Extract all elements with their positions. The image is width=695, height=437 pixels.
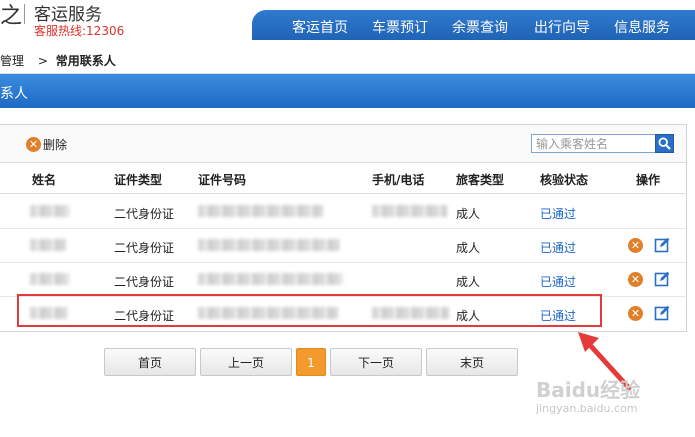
passenger-search-input[interactable] — [531, 134, 659, 153]
section-title: 系人 — [0, 86, 28, 102]
header-id-number: 证件号码 — [198, 173, 247, 187]
page-next-button[interactable]: 下一页 — [330, 348, 422, 376]
table-row[interactable]: 二代身份证 成人 已通过 ✕ — [0, 228, 686, 263]
header-phone: 手机/电话 — [372, 173, 425, 187]
redacted-id-number — [198, 239, 340, 251]
nav-ticket-query[interactable]: 余票查询 — [452, 17, 508, 37]
cell-passenger-type: 成人 — [456, 207, 481, 221]
page-last-button[interactable]: 末页 — [426, 348, 518, 376]
close-circle-icon: ✕ — [26, 137, 41, 152]
breadcrumb-separator: > — [37, 54, 48, 68]
delete-row-button[interactable]: ✕ — [628, 238, 643, 253]
nav-info-service[interactable]: 信息服务 — [614, 17, 670, 37]
close-circle-icon: ✕ — [628, 306, 643, 321]
close-circle-icon: ✕ — [628, 272, 643, 287]
table-header: 姓名 证件类型 证件号码 手机/电话 旅客类型 核验状态 操作 — [0, 163, 686, 194]
nav-booking[interactable]: 车票预订 — [372, 17, 428, 37]
redacted-id-number — [198, 205, 323, 217]
cell-id-type: 二代身份证 — [114, 275, 175, 289]
search-button[interactable] — [655, 134, 674, 153]
header-passenger-type: 旅客类型 — [456, 173, 505, 187]
header-id-type: 证件类型 — [114, 173, 163, 187]
highlight-box — [17, 294, 602, 327]
header-name: 姓名 — [32, 173, 57, 187]
redacted-name — [30, 205, 70, 217]
cell-id-type: 二代身份证 — [114, 241, 175, 255]
cell-id-type: 二代身份证 — [114, 207, 175, 221]
table-row[interactable]: 二代身份证 成人 已通过 ✕ — [0, 262, 686, 297]
page-first-button[interactable]: 首页 — [104, 348, 196, 376]
redacted-name — [30, 273, 70, 285]
search-icon — [658, 137, 671, 150]
nav-travel-guide[interactable]: 出行向导 — [534, 17, 590, 37]
watermark-main: Baidu经验 — [536, 378, 641, 402]
logo-glyph: 之 — [0, 4, 23, 29]
delete-label: 删除 — [43, 138, 68, 152]
nav-home[interactable]: 客运首页 — [292, 17, 348, 37]
breadcrumb-current: 常用联系人 — [55, 54, 116, 68]
edit-icon[interactable] — [654, 237, 670, 253]
section-title-bar: 系人 — [0, 74, 695, 108]
cell-passenger-type: 成人 — [456, 241, 481, 255]
close-circle-icon: ✕ — [628, 238, 643, 253]
delete-button[interactable]: ✕ 删除 — [26, 136, 67, 152]
hotline-text: 客服热线:12306 — [34, 24, 125, 38]
breadcrumb-parent[interactable]: 管理 — [0, 54, 24, 68]
page-prev-button[interactable]: 上一页 — [200, 348, 292, 376]
redacted-id-number — [198, 273, 343, 285]
table-row[interactable]: 二代身份证 成人 已通过 — [0, 194, 686, 229]
redacted-phone — [372, 205, 447, 217]
edit-icon[interactable] — [654, 305, 670, 321]
toolbar: ✕ 删除 — [0, 125, 686, 163]
status-link[interactable]: 已通过 — [540, 239, 576, 256]
breadcrumb: 管理 > 常用联系人 — [0, 52, 116, 69]
logo-separator — [24, 4, 25, 24]
header-actions: 操作 — [636, 173, 661, 187]
watermark: Baidu经验 jingyan.baidu.com — [536, 374, 641, 415]
main-nav: 客运首页 车票预订 余票查询 出行向导 信息服务 — [252, 10, 695, 40]
page-current-button[interactable]: 1 — [296, 348, 326, 376]
edit-icon[interactable] — [654, 271, 670, 287]
status-link[interactable]: 已通过 — [540, 205, 576, 222]
delete-row-button[interactable]: ✕ — [628, 272, 643, 287]
header-status: 核验状态 — [540, 173, 589, 187]
redacted-name — [30, 239, 66, 251]
site-header: 之 客运服务 客服热线:12306 客运首页 车票预订 余票查询 出行向导 信息… — [0, 0, 695, 40]
status-link[interactable]: 已通过 — [540, 273, 576, 290]
delete-row-button[interactable]: ✕ — [628, 306, 643, 321]
cell-passenger-type: 成人 — [456, 275, 481, 289]
watermark-sub: jingyan.baidu.com — [536, 402, 638, 415]
